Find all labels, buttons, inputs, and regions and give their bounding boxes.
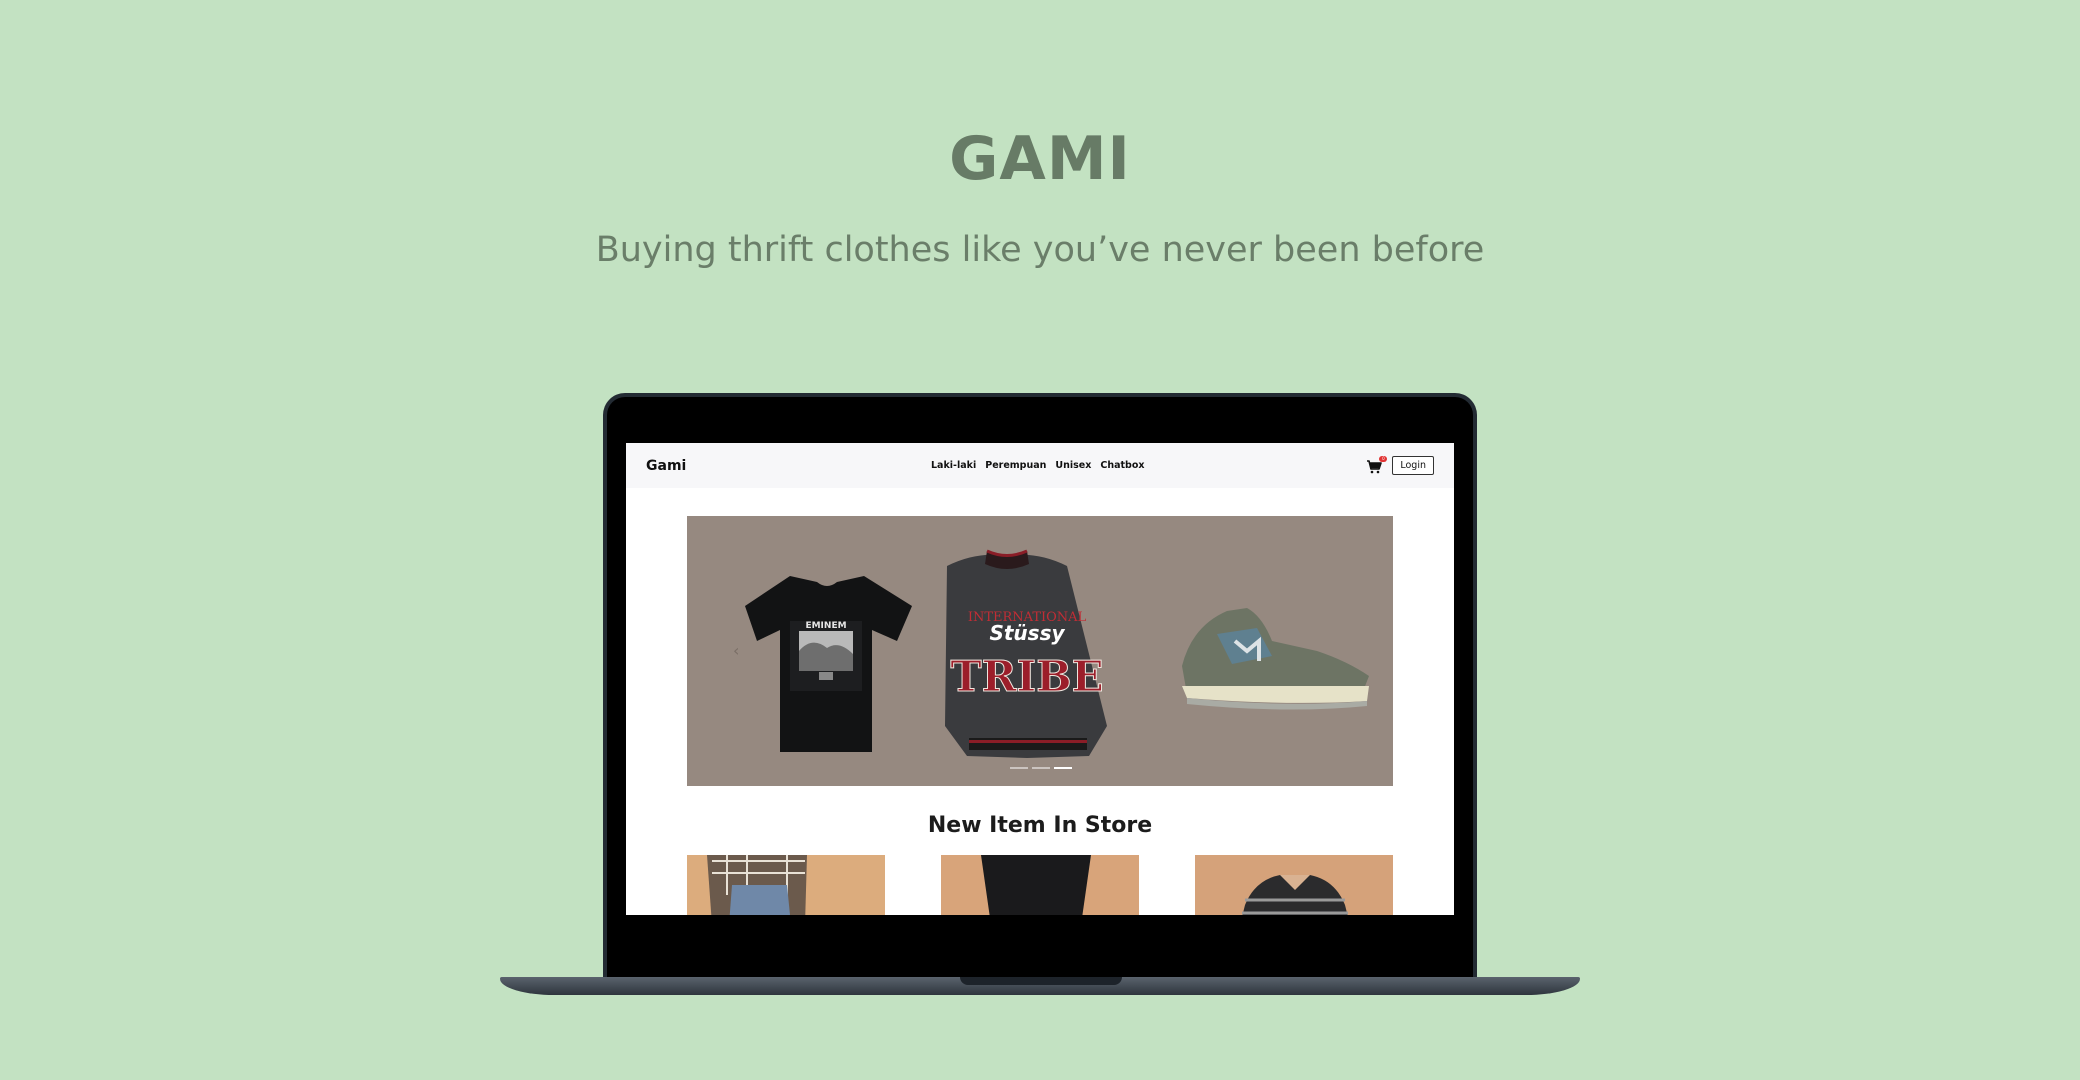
laptop-notch	[960, 977, 1122, 985]
carousel-slide-image: EMINEM INTERNATIONAL Stüssy TRIBE	[745, 549, 1369, 758]
product-card[interactable]	[941, 855, 1139, 915]
jacket-main-text: TRIBE	[950, 652, 1103, 701]
nav-links: Laki-laki Perempuan Unisex Chatbox	[931, 443, 1145, 488]
carousel-indicator[interactable]	[1032, 767, 1050, 769]
hero-carousel[interactable]: EMINEM INTERNATIONAL Stüssy TRIBE ‹	[687, 516, 1393, 786]
cart-count-badge: 0	[1379, 455, 1388, 462]
carousel-indicator[interactable]	[1010, 767, 1028, 769]
nav-link-chatbox[interactable]: Chatbox	[1100, 460, 1144, 471]
striped-polo-image	[1195, 855, 1393, 915]
product-card[interactable]	[687, 855, 885, 915]
carousel-indicators	[1010, 767, 1072, 769]
nav-link-laki-laki[interactable]: Laki-laki	[931, 460, 976, 471]
carousel-indicator-active[interactable]	[1054, 767, 1072, 769]
plaid-shirt-image	[687, 855, 885, 915]
cart-icon	[1367, 459, 1383, 473]
sneaker-image	[1182, 608, 1369, 710]
nav-actions: 0 Login	[1366, 443, 1434, 488]
site-brand[interactable]: Gami	[646, 458, 686, 474]
product-card[interactable]	[1195, 855, 1393, 915]
hero-title: GAMI	[949, 124, 1131, 194]
new-items-title: New Item In Store	[927, 813, 1153, 838]
nav-link-perempuan[interactable]: Perempuan	[985, 460, 1046, 471]
tshirt-image: EMINEM	[745, 576, 912, 752]
site-navbar: Gami Laki-laki Perempuan Unisex Chatbox …	[626, 443, 1454, 488]
laptop-screen: Gami Laki-laki Perempuan Unisex Chatbox …	[626, 443, 1454, 915]
cart-button[interactable]: 0	[1366, 455, 1388, 473]
jacket-script-text: Stüssy	[989, 621, 1065, 645]
black-pants-image	[941, 855, 1139, 915]
carousel-prev-arrow[interactable]: ‹	[733, 641, 739, 660]
hero-tagline: Buying thrift clothes like you’ve never …	[595, 230, 1485, 270]
nav-link-unisex[interactable]: Unisex	[1055, 460, 1091, 471]
tshirt-print-text: EMINEM	[805, 621, 846, 631]
login-button[interactable]: Login	[1392, 456, 1434, 475]
jacket-image: INTERNATIONAL Stüssy TRIBE	[945, 549, 1107, 758]
